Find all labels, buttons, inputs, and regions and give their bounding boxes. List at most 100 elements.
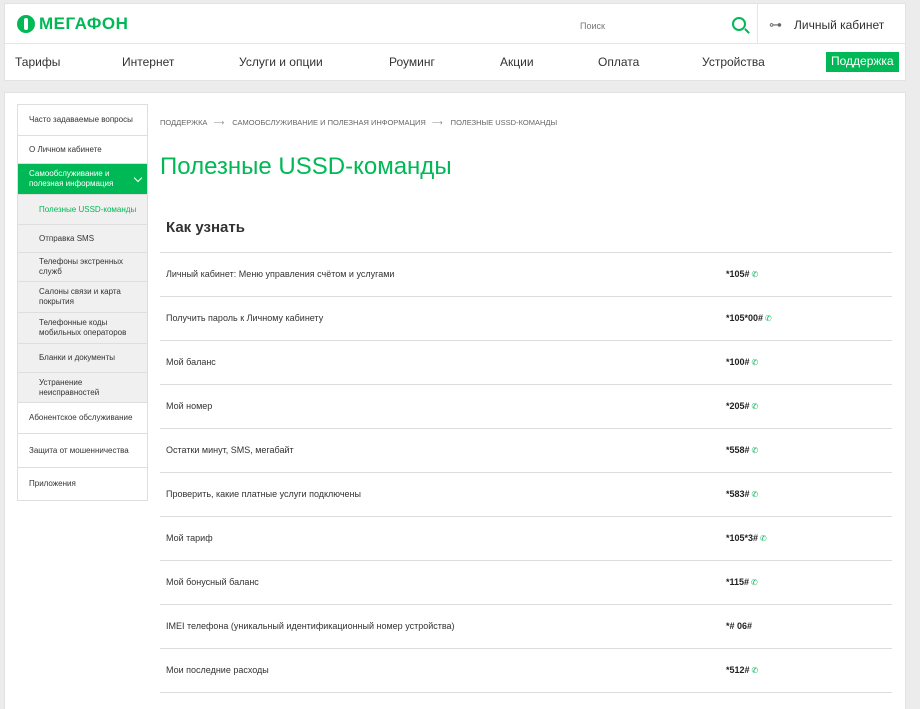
table-row: Мой тариф *105*3# ✆ <box>160 517 892 561</box>
sidebar-item-label: Абонентское обслуживание <box>29 413 133 422</box>
top-bar: МегаФон ⊶ Личный кабинет <box>5 4 905 44</box>
row-label: Получить пароль к Личному кабинету <box>166 313 324 323</box>
sidebar-item-emergency[interactable]: Телефоны экстренных служб <box>18 253 147 282</box>
phone-icon[interactable]: ✆ <box>752 490 759 499</box>
sidebar-item-label: Часто задаваемые вопросы <box>29 115 133 124</box>
ussd-code[interactable]: *105*00# ✆ <box>726 313 772 323</box>
nav-payment[interactable]: Оплата <box>598 55 639 69</box>
row-label: Мой тариф <box>166 533 213 543</box>
sidebar-item-ussd[interactable]: Полезные USSD-команды <box>18 195 147 225</box>
main-nav: Тарифы Интернет Услуги и опции Роуминг А… <box>5 44 905 81</box>
row-label: Мой баланс <box>166 357 216 367</box>
table-row: IMEI телефона (уникальный идентификацион… <box>160 605 892 649</box>
search-box[interactable] <box>580 16 750 36</box>
page-title: Полезные USSD-команды <box>160 153 452 180</box>
code-text: *512# <box>726 665 750 675</box>
sidebar-item-label: Самообслуживание и полезная информация <box>29 169 114 188</box>
ussd-code[interactable]: *583# ✆ <box>726 489 758 499</box>
sidebar-item-sms[interactable]: Отправка SMS <box>18 225 147 253</box>
sidebar-item-about-account[interactable]: О Личном кабинете <box>18 136 147 164</box>
ussd-table: Личный кабинет: Меню управления счётом и… <box>160 252 892 693</box>
table-row: Мой баланс *100# ✆ <box>160 341 892 385</box>
ussd-code[interactable]: *# 06# <box>726 621 752 631</box>
row-label: Мои последние расходы <box>166 665 269 675</box>
phone-icon[interactable]: ✆ <box>751 578 758 587</box>
row-label: Мой номер <box>166 401 213 411</box>
breadcrumb-item[interactable]: ПОДДЕРЖКА <box>160 118 207 127</box>
account-link[interactable]: ⊶ Личный кабинет <box>769 17 884 33</box>
sidebar-item-label: Устранение неисправностей <box>39 377 100 397</box>
nav-support-button[interactable]: Поддержка <box>826 52 899 72</box>
code-text: *105*3# <box>726 533 759 543</box>
nav-services[interactable]: Услуги и опции <box>239 55 323 69</box>
table-row: Получить пароль к Личному кабинету *105*0… <box>160 297 892 341</box>
sidebar-item-documents[interactable]: Бланки и документы <box>18 344 147 373</box>
key-icon: ⊶ <box>769 17 782 32</box>
sidebar-item-label: Полезные USSD-команды <box>39 204 137 214</box>
site-header: МегаФон ⊶ Личный кабинет Тарифы Интернет… <box>4 3 906 81</box>
row-label: Проверить, какие платные услуги подключе… <box>166 489 361 499</box>
code-text: *100# <box>726 357 750 367</box>
code-text: *558# <box>726 445 750 455</box>
sidebar-item-label: Бланки и документы <box>39 353 115 362</box>
ussd-code[interactable]: *205# ✆ <box>726 401 758 411</box>
section-title: Как узнать <box>166 219 245 236</box>
sidebar-item-apps[interactable]: Приложения <box>18 468 147 500</box>
sidebar-item-label: Приложения <box>29 479 76 488</box>
row-label: Остатки минут, SMS, мегабайт <box>166 445 294 455</box>
sidebar-item-label: Телефонные коды мобильных операторов <box>39 318 127 337</box>
code-text: *105*00# <box>726 313 764 323</box>
logo[interactable]: МегаФон <box>17 14 128 34</box>
phone-icon[interactable]: ✆ <box>752 358 759 367</box>
table-row: Мой номер *205# ✆ <box>160 385 892 429</box>
sidebar-item-subscriber-service[interactable]: Абонентское обслуживание <box>18 403 147 434</box>
phone-icon[interactable]: ✆ <box>765 314 772 323</box>
content-panel: Часто задаваемые вопросы О Личном кабине… <box>4 92 906 709</box>
table-row: Мой бонусный баланс *115# ✆ <box>160 561 892 605</box>
table-row: Проверить, какие платные услуги подключе… <box>160 473 892 517</box>
chevron-down-icon <box>133 173 143 183</box>
sidebar-item-faq[interactable]: Часто задаваемые вопросы <box>18 105 147 136</box>
code-text: *205# <box>726 401 750 411</box>
ussd-code[interactable]: *512# ✆ <box>726 665 758 675</box>
code-text: *105# <box>726 269 750 279</box>
ussd-code[interactable]: *115# ✆ <box>726 577 758 587</box>
breadcrumb: ПОДДЕРЖКА ⟶ САМООБСЛУЖИВАНИЕ И ПОЛЕЗНАЯ И… <box>160 118 563 127</box>
search-icon[interactable] <box>732 17 746 31</box>
phone-icon[interactable]: ✆ <box>752 446 759 455</box>
phone-icon[interactable]: ✆ <box>760 534 767 543</box>
nav-roaming[interactable]: Роуминг <box>389 55 435 69</box>
arrow-right-icon: ⟶ <box>213 118 225 127</box>
code-text: *115# <box>726 577 750 587</box>
nav-tariffs[interactable]: Тарифы <box>15 55 60 69</box>
megafon-logo-icon <box>17 15 35 33</box>
nav-devices[interactable]: Устройства <box>702 55 765 69</box>
sidebar-item-operator-codes[interactable]: Телефонные коды мобильных операторов <box>18 313 147 344</box>
nav-internet[interactable]: Интернет <box>122 55 174 69</box>
breadcrumb-item[interactable]: САМООБСЛУЖИВАНИЕ И ПОЛЕЗНАЯ ИНФОРМАЦИЯ <box>232 118 426 127</box>
phone-icon[interactable]: ✆ <box>752 666 759 675</box>
sidebar-item-fraud-protection[interactable]: Защита от мошенничества <box>18 434 147 468</box>
ussd-code[interactable]: *105# ✆ <box>726 269 758 279</box>
phone-icon[interactable]: ✆ <box>752 270 759 279</box>
logo-text: МегаФон <box>39 14 129 33</box>
table-row: Личный кабинет: Меню управления счётом и… <box>160 253 892 297</box>
sidebar-item-troubleshooting[interactable]: Устранение неисправностей <box>18 373 147 403</box>
search-input[interactable] <box>580 21 720 31</box>
sidebar-item-label: Телефоны экстренных служб <box>39 257 123 276</box>
row-label: IMEI телефона (уникальный идентификацион… <box>166 621 455 631</box>
sidebar-menu: Часто задаваемые вопросы О Личном кабине… <box>17 104 148 501</box>
sidebar-item-label: О Личном кабинете <box>29 144 102 154</box>
sidebar-item-self-service[interactable]: Самообслуживание и полезная информация <box>18 164 147 195</box>
code-text: *# 06# <box>726 621 753 631</box>
arrow-right-icon: ⟶ <box>431 118 443 127</box>
code-text: *583# <box>726 489 750 499</box>
phone-icon[interactable]: ✆ <box>752 402 759 411</box>
ussd-code[interactable]: *100# ✆ <box>726 357 758 367</box>
ussd-code[interactable]: *558# ✆ <box>726 445 758 455</box>
nav-promotions[interactable]: Акции <box>500 55 534 69</box>
sidebar-item-label: Защита от мошенничества <box>29 445 129 455</box>
ussd-code[interactable]: *105*3# ✆ <box>726 533 767 543</box>
sidebar-item-coverage[interactable]: Салоны связи и карта покрытия <box>18 282 147 313</box>
row-label: Мой бонусный баланс <box>166 577 259 587</box>
